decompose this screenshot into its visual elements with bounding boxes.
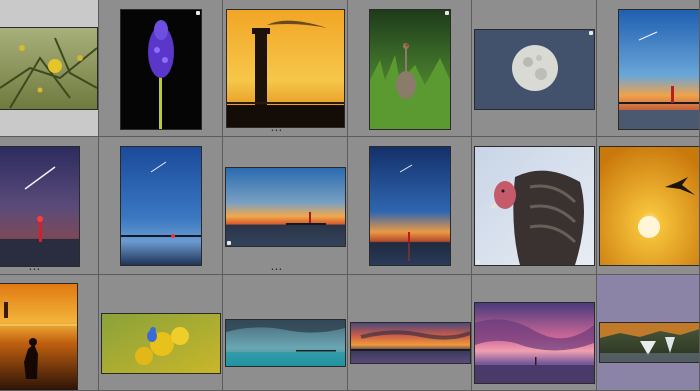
photo-thumbnail[interactable] (475, 303, 594, 383)
grid-cell[interactable] (597, 275, 700, 391)
grid-cell[interactable]: ••• (223, 0, 348, 137)
rating-dots: ••• (271, 128, 283, 134)
photo-thumbnail[interactable] (227, 10, 344, 127)
grid-cell[interactable] (597, 0, 700, 137)
photo-thumbnail[interactable] (102, 314, 220, 373)
flag-icon (227, 241, 231, 245)
grid-cell[interactable] (597, 137, 700, 275)
rating-dots: ••• (271, 267, 283, 273)
photo-thumbnail[interactable] (226, 168, 345, 246)
photo-thumbnail[interactable] (351, 323, 470, 363)
grid-cell[interactable] (472, 0, 597, 137)
photo-thumbnail[interactable] (226, 320, 345, 366)
photo-thumbnail[interactable] (0, 28, 97, 109)
photo-thumbnail[interactable] (121, 10, 201, 129)
flag-icon (196, 11, 200, 15)
photo-thumbnail[interactable] (600, 323, 699, 362)
filmstrip-grid: ••• ••• ••• (0, 0, 700, 391)
grid-cell[interactable] (99, 137, 223, 275)
photo-thumbnail[interactable] (475, 147, 594, 265)
grid-cell[interactable] (223, 275, 348, 391)
grid-cell[interactable] (99, 275, 223, 391)
photo-thumbnail[interactable] (600, 147, 699, 265)
grid-cell[interactable] (348, 137, 472, 275)
grid-cell[interactable]: ••• (0, 137, 99, 275)
photo-thumbnail[interactable] (370, 147, 450, 265)
flag-icon (476, 260, 480, 264)
photo-thumbnail[interactable] (475, 30, 594, 109)
grid-cell[interactable] (99, 0, 223, 137)
grid-cell[interactable] (0, 275, 99, 391)
photo-thumbnail[interactable] (121, 147, 201, 265)
photo-thumbnail[interactable] (370, 10, 450, 129)
grid-cell[interactable] (472, 137, 597, 275)
grid-cell[interactable]: ••• (223, 137, 348, 275)
grid-cell[interactable] (348, 0, 472, 137)
photo-thumbnail[interactable] (0, 147, 79, 266)
flag-icon (589, 31, 593, 35)
grid-cell[interactable] (472, 275, 597, 391)
photo-thumbnail[interactable] (619, 10, 699, 129)
rating-dots: ••• (29, 267, 41, 273)
flag-icon (445, 11, 449, 15)
grid-cell[interactable] (0, 0, 99, 137)
photo-thumbnail[interactable] (0, 284, 77, 390)
grid-cell[interactable] (348, 275, 472, 391)
